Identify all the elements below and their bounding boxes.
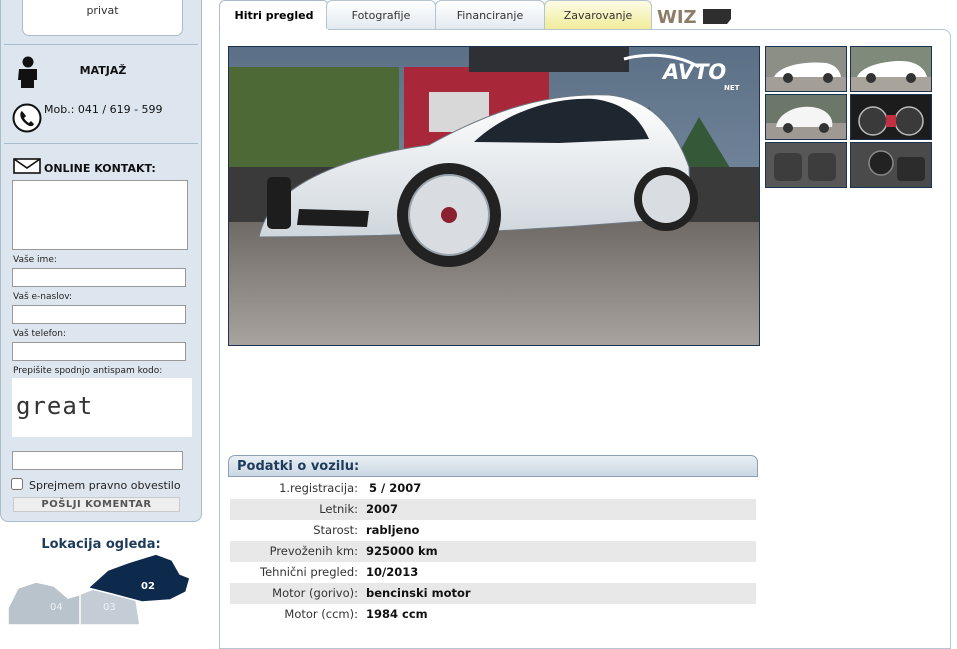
table-row: Tehnični pregled: 10/2013 bbox=[230, 562, 756, 583]
thumbnail-image bbox=[851, 143, 931, 187]
thumbnail-photo[interactable] bbox=[850, 142, 932, 188]
email-input[interactable] bbox=[12, 305, 186, 324]
message-textarea[interactable] bbox=[12, 180, 188, 250]
seller-type: privat bbox=[86, 4, 119, 17]
map-region-04[interactable] bbox=[8, 581, 83, 625]
thumbnail-image bbox=[766, 47, 846, 91]
vehicle-field-value: bencinski motor bbox=[366, 586, 471, 600]
vehicle-field-value: 925000 km bbox=[366, 544, 438, 558]
online-contact-title: ONLINE KONTAKT: bbox=[44, 162, 156, 175]
thumbnail-image bbox=[851, 95, 931, 139]
thumbnail-photo[interactable] bbox=[850, 46, 932, 92]
seller-type-box: privat bbox=[22, 0, 183, 36]
vehicle-data-title: Podatki o vozilu: bbox=[228, 455, 758, 477]
slovenia-region-map: 02 03 04 bbox=[8, 553, 191, 625]
thumbnail-photo[interactable] bbox=[850, 94, 932, 140]
send-comment-button[interactable]: POŠLJI KOMENTAR bbox=[13, 497, 180, 512]
table-row: Prevoženih km: 925000 km bbox=[230, 541, 756, 562]
name-input[interactable] bbox=[12, 268, 186, 287]
tab-financiranje[interactable]: Financiranje bbox=[435, 0, 545, 29]
vehicle-field-label: Starost: bbox=[313, 523, 358, 537]
tab-fotografije[interactable]: Fotografije bbox=[326, 0, 436, 29]
car-photo-image: AVTO NET bbox=[229, 47, 759, 345]
terms-checkbox[interactable] bbox=[11, 478, 23, 490]
table-row: Starost: rabljeno bbox=[230, 520, 756, 541]
phone-icon bbox=[12, 103, 42, 133]
vehicle-field-value: 2007 bbox=[366, 502, 399, 516]
avtonet-watermark-sub: NET bbox=[724, 84, 740, 92]
wiz-logo[interactable]: WIZ bbox=[657, 6, 733, 28]
svg-text:WIZ: WIZ bbox=[657, 7, 697, 28]
map-region-03-label: 03 bbox=[103, 602, 116, 613]
table-row: Motor (gorivo): bencinski motor bbox=[230, 583, 756, 604]
table-row: Motor (ccm): 1984 ccm bbox=[230, 604, 756, 625]
email-label: Vaš e-naslov: bbox=[13, 292, 73, 302]
thumbnail-image bbox=[766, 143, 846, 187]
table-row: 1.registracija: 5 / 2007 bbox=[230, 478, 756, 499]
person-icon bbox=[18, 56, 37, 88]
table-row: Letnik: 2007 bbox=[230, 499, 756, 520]
name-label: Vaše ime: bbox=[13, 255, 57, 265]
map-region-04-label: 04 bbox=[50, 602, 63, 613]
thumbnail-image bbox=[766, 95, 846, 139]
thumbnail-photo[interactable] bbox=[765, 94, 847, 140]
vehicle-field-value: 1984 ccm bbox=[366, 607, 428, 621]
seller-sidebar: privat MATJAŽ Mob.: 041 / 619 - 599 ONLI… bbox=[0, 0, 202, 522]
captcha-image: great bbox=[12, 378, 192, 437]
captcha-label: Prepišite spodnjo antispam kodo: bbox=[13, 366, 163, 376]
main-car-photo[interactable]: AVTO NET bbox=[228, 46, 760, 346]
vehicle-field-label: Tehnični pregled: bbox=[260, 565, 358, 579]
tab-hitri-pregled[interactable]: Hitri pregled bbox=[219, 0, 329, 30]
seller-phone[interactable]: Mob.: 041 / 619 - 599 bbox=[44, 103, 163, 116]
captcha-text: great bbox=[16, 392, 94, 420]
vehicle-field-value: 10/2013 bbox=[366, 565, 419, 579]
terms-label[interactable]: Sprejmem pravno obvestilo bbox=[29, 479, 181, 492]
seller-name: MATJAŽ bbox=[79, 64, 127, 77]
envelope-icon bbox=[13, 158, 41, 174]
vehicle-field-label: Prevoženih km: bbox=[269, 544, 358, 558]
phone-input[interactable] bbox=[12, 342, 186, 361]
avtonet-watermark: AVTO bbox=[661, 60, 726, 84]
vehicle-field-label: Letnik: bbox=[319, 502, 358, 516]
vehicle-field-value: 5 / 2007 bbox=[369, 481, 422, 495]
vehicle-field-label: Motor (gorivo): bbox=[272, 586, 358, 600]
thumbnail-photo[interactable] bbox=[765, 46, 847, 92]
thumbnail-image bbox=[851, 47, 931, 91]
captcha-input[interactable] bbox=[12, 451, 183, 470]
sidebar-divider bbox=[4, 143, 198, 144]
vehicle-field-label: 1.registracija: bbox=[279, 481, 358, 495]
tab-zavarovanje[interactable]: Zavarovanje bbox=[544, 0, 652, 29]
thumbnail-photo[interactable] bbox=[765, 142, 847, 188]
vehicle-field-label: Motor (ccm): bbox=[284, 607, 358, 621]
map-region-02-label: 02 bbox=[141, 581, 155, 592]
phone-label: Vaš telefon: bbox=[13, 329, 67, 339]
vehicle-field-value: rabljeno bbox=[366, 523, 420, 537]
sidebar-divider bbox=[4, 44, 198, 45]
